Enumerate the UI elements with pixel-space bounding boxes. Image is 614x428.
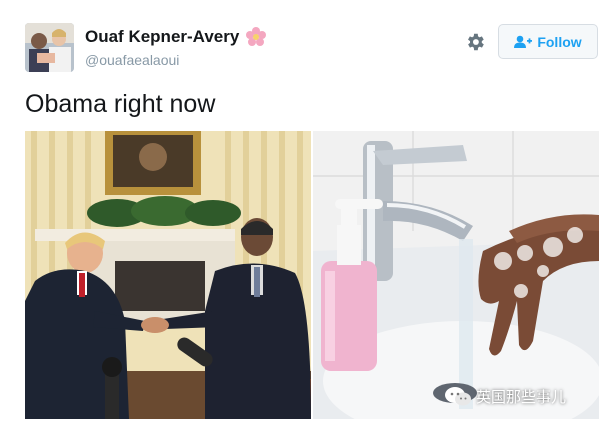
display-name-text: Ouaf Kepner-Avery <box>85 27 240 46</box>
tweet-card: Ouaf Kepner-Avery @ouafaealaoui Follow O… <box>0 0 614 428</box>
user-handle[interactable]: @ouafaealaoui <box>85 52 267 68</box>
wechat-icon <box>445 386 471 405</box>
gear-icon[interactable] <box>464 31 486 53</box>
watermark-text: 英国那些事儿 <box>476 389 567 406</box>
tweet-text: Obama right now <box>25 90 216 118</box>
flower-emoji-icon <box>245 26 267 48</box>
photo-handwashing[interactable] <box>313 131 599 419</box>
photo-meeting[interactable] <box>25 131 311 419</box>
follow-button[interactable]: Follow <box>498 24 598 59</box>
tweet-media[interactable] <box>25 131 599 419</box>
user-identity[interactable]: Ouaf Kepner-Avery @ouafaealaoui <box>85 26 267 68</box>
avatar[interactable] <box>25 23 74 72</box>
add-user-icon <box>514 35 533 48</box>
follow-label: Follow <box>537 33 582 50</box>
watermark: 英国那些事儿 <box>445 386 566 407</box>
display-name[interactable]: Ouaf Kepner-Avery <box>85 26 267 48</box>
